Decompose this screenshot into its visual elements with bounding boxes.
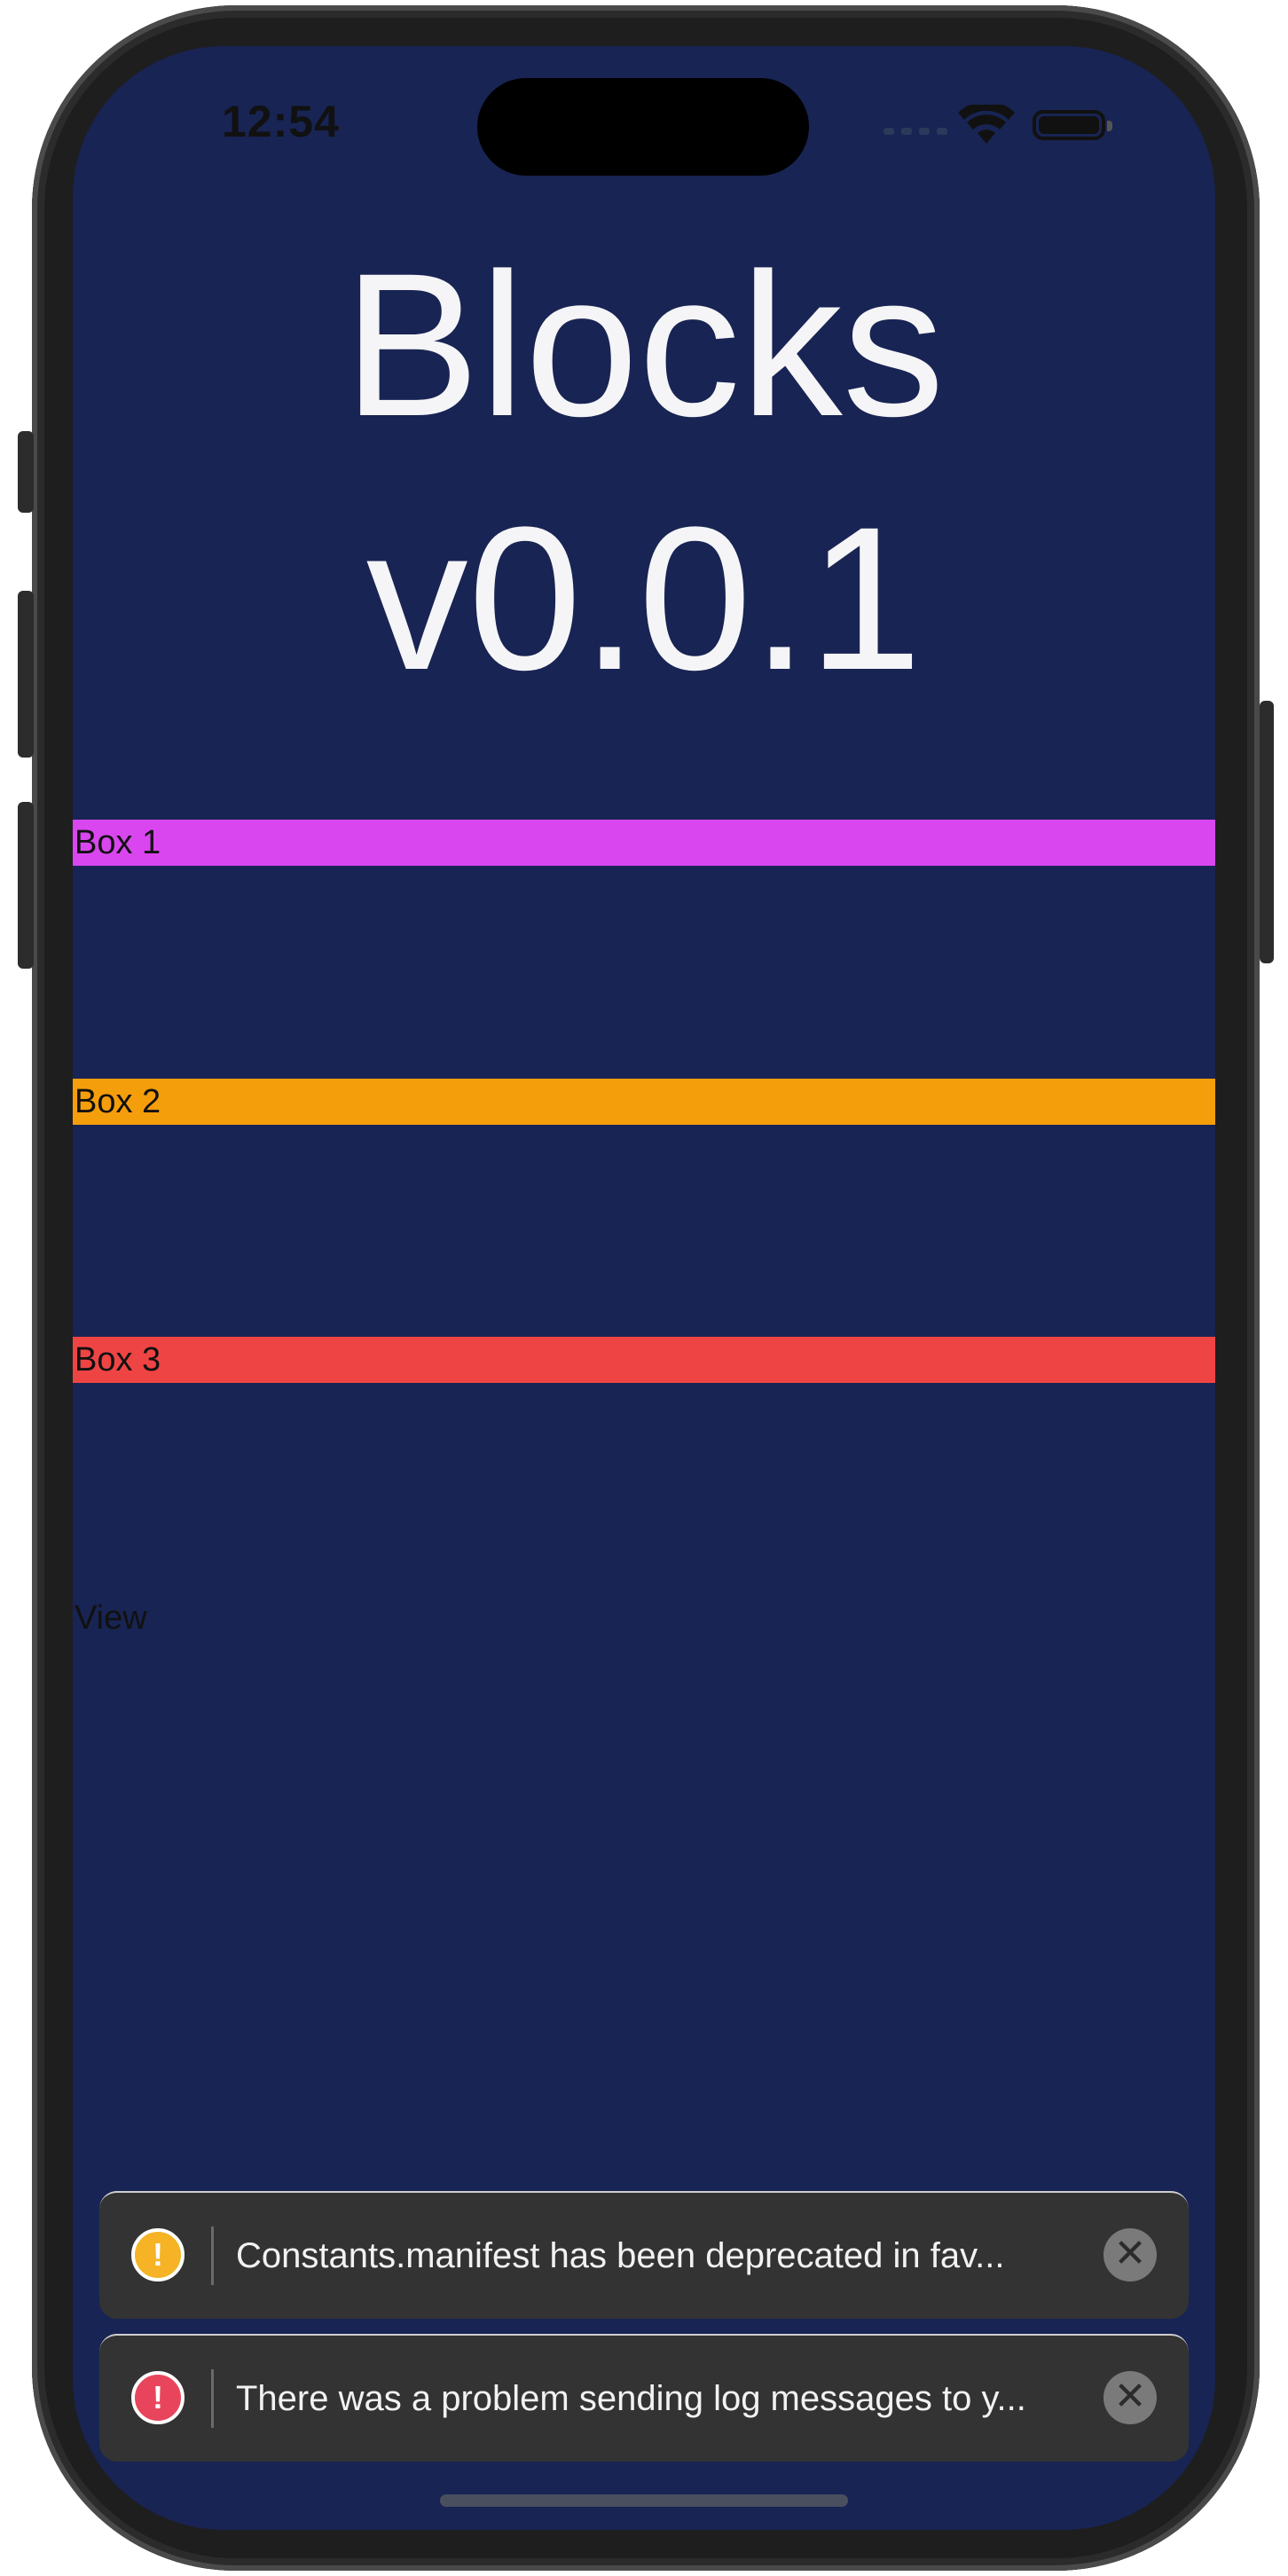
- home-indicator[interactable]: [440, 2494, 848, 2507]
- view-label: View: [75, 1599, 147, 1637]
- box-2: Box 2: [73, 1079, 1215, 1125]
- wifi-icon: [958, 105, 1015, 144]
- toast-divider: [211, 2369, 214, 2428]
- volume-up-button: [18, 591, 34, 758]
- warning-toast[interactable]: ! Constants.manifest has been deprecated…: [99, 2191, 1189, 2319]
- action-button: [18, 431, 34, 513]
- app-title: Blocks: [343, 231, 945, 459]
- power-button: [1260, 701, 1274, 963]
- toast-divider: [211, 2227, 214, 2285]
- box-1: Box 1: [73, 820, 1215, 866]
- cellular-signal-icon: [884, 128, 947, 135]
- close-icon[interactable]: ✕: [1103, 2228, 1157, 2281]
- box-3: Box 3: [73, 1337, 1215, 1383]
- dynamic-island: [477, 78, 809, 176]
- app-version: v0.0.1: [365, 484, 923, 712]
- app-screen: 12:54 Blocks v0.0.1 Box 1 Box 2 Box 3 Vi…: [73, 46, 1215, 2530]
- error-toast[interactable]: ! There was a problem sending log messag…: [99, 2334, 1189, 2462]
- toast-message[interactable]: There was a problem sending log messages…: [236, 2376, 1088, 2421]
- status-time: 12:54: [222, 97, 340, 146]
- volume-down-button: [18, 802, 34, 969]
- close-icon[interactable]: ✕: [1103, 2371, 1157, 2424]
- warning-icon: !: [131, 2228, 185, 2281]
- error-icon: !: [131, 2371, 185, 2424]
- battery-icon: [1033, 110, 1112, 140]
- toast-message[interactable]: Constants.manifest has been deprecated i…: [236, 2234, 1088, 2278]
